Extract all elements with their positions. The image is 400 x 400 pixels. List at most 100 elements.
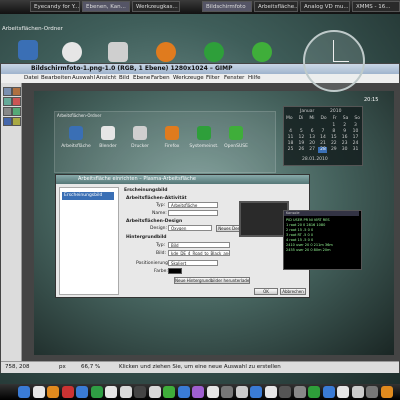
dock-app-icon[interactable] bbox=[90, 386, 103, 398]
select-rect-tool-icon[interactable] bbox=[3, 87, 12, 96]
calendar-day[interactable]: 28 bbox=[318, 147, 328, 153]
firefox-icon[interactable] bbox=[156, 42, 176, 62]
desktop-icon[interactable] bbox=[18, 40, 38, 60]
calendar-year[interactable]: 2010 bbox=[330, 109, 341, 114]
task-bildschirmfoto[interactable]: Bildschirmfoto bbox=[202, 1, 252, 12]
folder-panel-title: Arbeitsflächen-Ordner bbox=[2, 26, 63, 32]
move-tool-icon[interactable] bbox=[3, 97, 12, 106]
menu-werkzeuge[interactable]: Werkzeuge bbox=[173, 74, 204, 83]
inner-app-icon bbox=[197, 126, 211, 140]
crop-tool-icon[interactable] bbox=[12, 97, 21, 106]
dock-app-icon[interactable] bbox=[134, 386, 146, 398]
dock-app-icon[interactable] bbox=[351, 386, 364, 398]
download-wallpapers-button[interactable]: Neue Hintergrundbilder herunterladen bbox=[174, 277, 250, 284]
calendar-grid: 1 2 3 4 5 6 7 8 9 10 11 12 13 14 15 16 17 18 19 20 21 22 23 24 2… bbox=[286, 123, 360, 153]
zoom-select[interactable]: 66,7 % bbox=[81, 362, 100, 373]
task-arbeitsflaeche[interactable]: Arbeitsfläche... bbox=[254, 1, 298, 12]
calendar-month[interactable]: Januar bbox=[300, 109, 314, 114]
type-label: Typ: bbox=[156, 203, 166, 208]
task-xmms[interactable]: XMMS - 16... bbox=[352, 1, 400, 12]
name-input[interactable] bbox=[168, 210, 218, 216]
menu-bearbeiten[interactable]: Bearbeiten bbox=[41, 74, 71, 83]
weekday: Sa bbox=[342, 116, 349, 121]
terminal-output: PID USER PR NI VIRT RES 1 root 20 0 2816 … bbox=[286, 218, 358, 253]
menu-hilfe[interactable]: Hilfe bbox=[248, 74, 261, 83]
type-select[interactable]: Arbeitsfläche bbox=[168, 202, 218, 208]
calendar-day[interactable]: 26 bbox=[297, 147, 306, 153]
dock-app-icon[interactable] bbox=[337, 386, 349, 398]
calendar-day[interactable]: 31 bbox=[351, 147, 360, 153]
design-label: Design: bbox=[150, 226, 168, 231]
dock-app-icon[interactable] bbox=[18, 386, 30, 398]
inner-clock-time: 20:15 bbox=[364, 97, 379, 103]
dock-app-icon[interactable] bbox=[76, 386, 88, 398]
dock-app-icon[interactable] bbox=[105, 386, 117, 398]
dialog-titlebar[interactable]: Arbeitsfläche einrichten – Plasma-Arbeit… bbox=[56, 175, 309, 184]
dock-app-icon[interactable] bbox=[366, 386, 378, 398]
bg-file-select[interactable]: kde_DE_4_Road_to_Black_and_by_Coalgu... bbox=[168, 250, 230, 256]
menu-bild[interactable]: Bild bbox=[119, 74, 129, 83]
gimp-toolbox bbox=[1, 83, 22, 361]
calendar-day[interactable]: 30 bbox=[340, 147, 349, 153]
dock-app-icon[interactable] bbox=[293, 386, 306, 398]
terminal-title[interactable]: Konsole bbox=[284, 211, 359, 216]
opensuse-icon[interactable] bbox=[252, 42, 272, 62]
weekday: Fr bbox=[332, 116, 337, 121]
menu-ebene[interactable]: Ebene bbox=[133, 74, 150, 83]
text-tool-icon[interactable] bbox=[3, 117, 12, 126]
ok-button[interactable]: OK bbox=[254, 288, 278, 295]
dock-app-icon[interactable] bbox=[163, 386, 175, 398]
blender-icon[interactable] bbox=[62, 42, 82, 62]
dock-app-icon[interactable] bbox=[148, 386, 161, 398]
dock-app-icon[interactable] bbox=[192, 386, 204, 398]
inner-app-icon bbox=[133, 126, 147, 140]
dock-app-icon[interactable] bbox=[279, 386, 291, 398]
task-eyecandy[interactable]: Eyecandy for Y... bbox=[30, 1, 80, 12]
lasso-tool-icon[interactable] bbox=[12, 87, 21, 96]
inner-label-settings: Systemeinst. bbox=[189, 144, 219, 149]
settings-icon[interactable] bbox=[204, 42, 224, 62]
unit-select[interactable]: px bbox=[59, 362, 66, 373]
status-message: Klicken und ziehen Sie, um eine neue Aus… bbox=[119, 364, 281, 370]
calendar-day[interactable]: 25 bbox=[286, 147, 295, 153]
menu-ansicht[interactable]: Ansicht bbox=[96, 74, 116, 83]
position-select[interactable]: Skaliert bbox=[168, 260, 218, 266]
dock-app-icon[interactable] bbox=[380, 386, 393, 398]
eraser-tool-icon[interactable] bbox=[12, 107, 21, 116]
dock-app-icon[interactable] bbox=[250, 386, 262, 398]
dock-app-icon[interactable] bbox=[61, 386, 74, 398]
menu-auswahl[interactable]: Auswahl bbox=[72, 74, 95, 83]
dock-app-icon[interactable] bbox=[221, 386, 233, 398]
task-analog[interactable]: Analog VD mu... bbox=[300, 1, 350, 12]
task-werkzeugkasten[interactable]: Werkzeugkas... bbox=[132, 1, 180, 12]
bg-file-label: Bild: bbox=[156, 251, 166, 256]
terminal-line: 2455 user 20 0 80m 20m bbox=[286, 248, 331, 252]
dock-app-icon[interactable] bbox=[206, 386, 219, 398]
menu-filter[interactable]: Filter bbox=[206, 74, 220, 83]
color-swatch-button[interactable] bbox=[168, 268, 182, 274]
dock-app-icon[interactable] bbox=[177, 386, 190, 398]
brush-tool-icon[interactable] bbox=[3, 107, 12, 116]
terminal-window: Konsole PID USER PR NI VIRT RES 1 root 20… bbox=[283, 210, 362, 270]
dock-app-icon[interactable] bbox=[47, 386, 59, 398]
dock-app-icon[interactable] bbox=[264, 386, 277, 398]
design-select[interactable]: Oxygen bbox=[168, 225, 212, 231]
dock-app-icon[interactable] bbox=[235, 386, 248, 398]
weekday: Mi bbox=[309, 116, 315, 121]
task-ebenen[interactable]: Ebenen, Kan... bbox=[82, 1, 130, 12]
cancel-button[interactable]: Abbrechen bbox=[280, 288, 306, 295]
fill-tool-icon[interactable] bbox=[12, 117, 21, 126]
calendar-day[interactable]: 29 bbox=[329, 147, 338, 153]
menu-fenster[interactable]: Fenster bbox=[224, 74, 244, 83]
bg-type-select[interactable]: Bild bbox=[168, 242, 230, 248]
sidebar-item-appearance[interactable]: Erscheinungsbild bbox=[62, 192, 114, 200]
dock-app-icon[interactable] bbox=[32, 386, 45, 398]
name-label: Name: bbox=[152, 211, 167, 216]
printer-icon[interactable] bbox=[108, 42, 128, 62]
dock-app-icon[interactable] bbox=[308, 386, 320, 398]
menu-farben[interactable]: Farben bbox=[151, 74, 170, 83]
dock-app-icon[interactable] bbox=[322, 386, 335, 398]
calendar-day[interactable]: 27 bbox=[308, 147, 317, 153]
dock-app-icon[interactable] bbox=[119, 386, 132, 398]
menu-datei[interactable]: Datei bbox=[24, 74, 39, 83]
